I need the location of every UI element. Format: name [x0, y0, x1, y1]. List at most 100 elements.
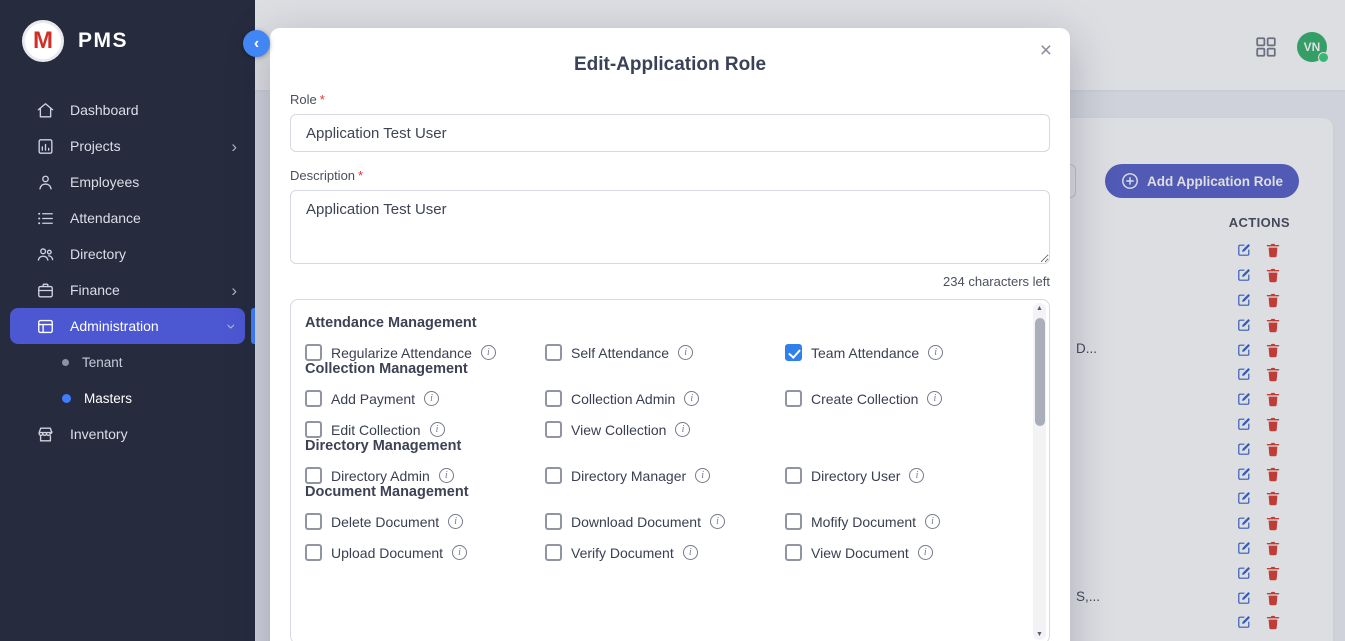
finance-icon: [36, 281, 55, 300]
sidebar-item-label: Projects: [70, 138, 121, 154]
scrollbar[interactable]: ▲ ▼: [1033, 303, 1046, 640]
permission-label: Upload Document: [331, 545, 443, 561]
permission-item-team-attendance: Team Attendance i: [785, 344, 1019, 361]
permission-label: Download Document: [571, 514, 701, 530]
checkbox-collection-admin[interactable]: [545, 390, 562, 407]
projects-icon: [36, 137, 55, 156]
permission-group-attendance-management: Attendance Management Regularize Attendan…: [305, 315, 1019, 361]
checkbox-upload-document[interactable]: [305, 544, 322, 561]
info-icon[interactable]: i: [452, 545, 467, 560]
permission-label: Directory Admin: [331, 468, 430, 484]
sidebar-item-dashboard[interactable]: Dashboard: [0, 92, 255, 128]
permission-label: Edit Collection: [331, 422, 421, 438]
sidebar: M PMS Dashboard Projects › Employees Attenda…: [0, 0, 255, 641]
permission-grid: Add PaymentiCollection AdminiCreate Coll…: [305, 390, 1019, 438]
info-icon[interactable]: i: [481, 345, 496, 360]
info-icon[interactable]: i: [928, 345, 943, 360]
info-icon[interactable]: i: [927, 391, 942, 406]
chevron-right-icon: ›: [231, 282, 237, 299]
permission-group-title: Attendance Management: [305, 315, 1019, 331]
permission-label: Regularize Attendance: [331, 345, 472, 361]
description-input[interactable]: Application Test User: [290, 190, 1050, 264]
people-icon: [36, 245, 55, 264]
app-name: PMS: [78, 29, 128, 53]
list-icon: [36, 209, 55, 228]
home-icon: [36, 101, 55, 120]
checkbox-create-collection[interactable]: [785, 390, 802, 407]
scroll-up-icon[interactable]: ▲: [1033, 305, 1046, 312]
permission-group-document-management: Document ManagementDelete DocumentiDownl…: [305, 484, 1019, 561]
chevron-right-icon: ›: [231, 138, 237, 155]
sidebar-item-inventory[interactable]: Inventory: [0, 416, 255, 452]
close-icon[interactable]: ×: [1040, 40, 1052, 61]
scroll-down-icon[interactable]: ▼: [1033, 631, 1046, 638]
sidebar-item-finance[interactable]: Finance›: [0, 272, 255, 308]
permission-grid: Regularize AttendanceiSelf AttendanceiTe…: [305, 344, 1019, 361]
sidebar-item-directory[interactable]: Directory: [0, 236, 255, 272]
sidebar-item-employees[interactable]: Employees: [0, 164, 255, 200]
checkbox-self-attendance[interactable]: [545, 344, 562, 361]
role-input[interactable]: [290, 114, 1050, 152]
required-mark: *: [358, 168, 363, 183]
sidebar-item-label: Inventory: [70, 426, 128, 442]
info-icon[interactable]: i: [439, 468, 454, 483]
sidebar-subitem-label: Tenant: [82, 355, 123, 370]
scrollbar-thumb[interactable]: [1035, 318, 1045, 426]
checkbox-edit-collection[interactable]: [305, 421, 322, 438]
permission-item-add-payment: Add Paymenti: [305, 390, 539, 407]
permission-label: Delete Document: [331, 514, 439, 530]
checkbox-directory-manager[interactable]: [545, 467, 562, 484]
permission-label: Create Collection: [811, 391, 918, 407]
sidebar-item-attendance[interactable]: Attendance: [0, 200, 255, 236]
description-label: Description*: [290, 168, 1050, 183]
info-icon[interactable]: i: [424, 391, 439, 406]
chevron-down-icon: ›: [224, 323, 241, 329]
edit-application-role-modal: × Edit-Application Role Role* Descriptio…: [270, 28, 1070, 641]
checkbox-directory-admin[interactable]: [305, 467, 322, 484]
info-icon[interactable]: i: [710, 514, 725, 529]
permission-label: Team Attendance: [811, 345, 919, 361]
info-icon[interactable]: i: [430, 422, 445, 437]
checkbox-view-document[interactable]: [785, 544, 802, 561]
permission-group-title: Directory Management: [305, 438, 1019, 454]
info-icon[interactable]: i: [918, 545, 933, 560]
sidebar-item-projects[interactable]: Projects ›: [0, 128, 255, 164]
checkbox-directory-user[interactable]: [785, 467, 802, 484]
permission-item-directory-user: Directory User i: [785, 467, 1019, 484]
person-icon: [36, 173, 55, 192]
sidebar-item-label: Attendance: [70, 210, 141, 226]
info-icon[interactable]: i: [683, 545, 698, 560]
checkbox-delete-document[interactable]: [305, 513, 322, 530]
checkbox-verify-document[interactable]: [545, 544, 562, 561]
sidebar-subitem-tenant[interactable]: Tenant: [0, 344, 255, 380]
permission-label: Verify Document: [571, 545, 674, 561]
checkbox-mofify-document[interactable]: [785, 513, 802, 530]
permission-item-create-collection: Create Collection i: [785, 390, 1019, 407]
sidebar-collapse-button[interactable]: ‹: [243, 30, 270, 57]
checkbox-add-payment[interactable]: [305, 390, 322, 407]
brand: M PMS: [0, 0, 255, 80]
checkbox-regularize-attendance[interactable]: [305, 344, 322, 361]
info-icon[interactable]: i: [684, 391, 699, 406]
sidebar-subitem-masters[interactable]: Masters: [0, 380, 255, 416]
info-icon[interactable]: i: [448, 514, 463, 529]
permission-label: Directory User: [811, 468, 900, 484]
info-icon[interactable]: i: [909, 468, 924, 483]
permission-item-regularize-attendance: Regularize Attendance i: [305, 344, 539, 361]
checkbox-team-attendance[interactable]: [785, 344, 802, 361]
sidebar-subitem-label: Masters: [84, 391, 132, 406]
info-icon[interactable]: i: [678, 345, 693, 360]
admin-icon: [36, 317, 55, 336]
app-logo-icon: M: [22, 20, 64, 62]
info-icon[interactable]: i: [675, 422, 690, 437]
checkbox-download-document[interactable]: [545, 513, 562, 530]
permission-label: View Collection: [571, 422, 666, 438]
checkbox-view-collection[interactable]: [545, 421, 562, 438]
permission-item-delete-document: Delete Document i: [305, 513, 539, 530]
info-icon[interactable]: i: [925, 514, 940, 529]
sidebar-item-administration[interactable]: Administration›: [10, 308, 245, 344]
permission-group-title: Collection Management: [305, 361, 1019, 377]
required-mark: *: [320, 92, 325, 107]
permission-group-directory-management: Directory ManagementDirectory AdminiDire…: [305, 438, 1019, 484]
info-icon[interactable]: i: [695, 468, 710, 483]
